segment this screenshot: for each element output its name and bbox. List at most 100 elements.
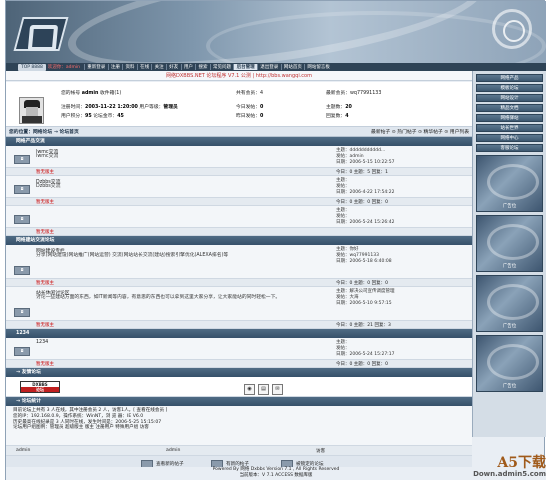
nav-search[interactable]: 搜索 [195,64,210,70]
account-name[interactable]: admin [82,91,99,96]
last-post[interactable]: 主题： 发帖： 日期：2006-5-24 15:26:42 [336,208,394,225]
nav-profile[interactable]: 资料 [122,64,137,70]
reg-time: 2003-11-22 1:20:00 [85,105,138,110]
sidebar-item[interactable]: 网络中心 [476,134,543,142]
topics-count: 20 [345,105,352,110]
link-icon[interactable]: ✉ [272,384,283,395]
header-banner [6,1,546,63]
forum-folder-icon: ◘ [14,185,30,194]
forum-counts: 今日：0 主题：0 回复：0 [336,200,388,205]
forum-row: ◘ Dzbbs交流 Dzbbs交流 主题： 发帖： 日期：2006-4-22 17:… [6,176,472,198]
nav-register[interactable]: 注册 [107,64,123,70]
announcement-link[interactable]: 网络DXBBS.NET 论坛程序 V7.1 公测 | http://bbs.wa… [6,71,472,81]
moderator: 暂无版主 [36,170,54,175]
online-users: admin admin 访客 [6,446,472,456]
breadcrumb-path[interactable]: 网络论坛 → 论坛首页 [33,130,79,135]
sidebar-item[interactable]: 网站设计 [476,94,543,102]
online-user[interactable]: admin [166,448,180,453]
account-label: 您的帐号 [61,91,81,96]
yesterday-label: 昨日发帖： [236,114,260,119]
link-icon[interactable]: ◉ [244,384,255,395]
last-post[interactable]: 主题：你好 发帖：wq77991133 日期：2006-5-18 6:40:08 [336,247,392,264]
forum-folder-icon: ◘ [14,155,30,164]
forum-folder-icon: ◘ [14,308,30,317]
top-badge: TOP 8888 [18,63,46,71]
sidebar-item[interactable]: 精品文档 [476,104,543,112]
forum-substat: 暂无版主 今日：0 主题：0 回复：0 [6,279,472,287]
nav-relogin[interactable]: 重新登录 [84,64,108,70]
user-points: 95 [85,114,92,119]
sidebar-item[interactable]: 网络产品 [476,74,543,82]
forum-counts: 今日：0 主题：21 回复：3 [336,323,391,328]
forum-desc: lwmc交流 [36,154,59,159]
links-header: → 友情论坛 [6,368,472,377]
forum-name[interactable]: 1234 [36,340,48,345]
nav-guestbook[interactable]: 网站留言板 [304,64,332,70]
forum-substat: 暂无版主 今日：0 主题：21 回复：3 [6,321,472,329]
members-count: 4 [260,91,264,96]
sidebar-item[interactable]: 站长世界 [476,124,543,132]
newest-member[interactable]: wq77991133 [350,91,381,96]
avatar [19,97,44,124]
user-panel: 您的帐号 admin 收件箱(1) 注册时间：2003-11-22 1:20:0… [6,82,472,127]
section-header[interactable]: 1234 [6,329,472,338]
today-posts: 0 [260,105,264,110]
section-header[interactable]: 网络建站交流论坛 [6,236,472,245]
forum-folder-icon: ◘ [14,215,30,224]
forum-counts: 今日：0 主题：5 回复：1 [336,170,388,175]
section-header[interactable]: 网络产品交流 [6,137,472,146]
main-content: 您的帐号 admin 收件箱(1) 注册时间：2003-11-22 1:20:0… [6,82,472,472]
ad-banner[interactable]: 广告位 [476,275,543,332]
forum-stats: 目前论坛上共有 3 人在线，其中注册会员 2 人，访客1人。[ 查看在线会员 ]… [6,406,472,446]
forum-desc: 讨论一些建站方面的东西，如IT新闻等内容，有意思的东西也可以拿到这里大家分享，让… [36,295,281,300]
last-post[interactable]: 主题： 发帖： 日期：2006-4-22 17:54:22 [336,178,394,195]
posts-count: 4 [345,114,349,119]
quick-links[interactable]: 最新帖子 ⊙ 热门帖子 ⊙ 精华帖子 ⊙ 用户列表 [371,128,469,135]
moderator: 暂无版主 [36,200,54,205]
nav-users[interactable]: 用户 [180,64,196,70]
nav-admin[interactable]: 后台管理 [233,64,257,70]
user-coins: 45 [117,114,124,119]
forum-substat: 暂无版主 今日：0 主题：0 回复：0 [6,198,472,206]
forum-substat: 暂无版主 今日：0 主题：5 回复：1 [6,168,472,176]
nav-online[interactable]: 在线 [136,64,152,70]
welcome-text: 欢迎你：admin [47,65,80,70]
forum-counts: 今日：0 主题：0 回复：0 [336,281,388,286]
breadcrumb-label: 您的位置： [9,130,33,135]
ad-banner[interactable]: 广告位 [476,155,543,212]
dxbbs-logo[interactable]: DXBBS 论坛 [20,381,60,393]
ad-banner[interactable]: 广告位 [476,215,543,272]
forum-row: ◘ 网站建设专栏 分享(网站建设)网站推广(网站运营) 交流(网站站长交流(建站… [6,245,472,279]
nav-faq[interactable]: 常见问题 [209,64,234,70]
sidebar-item[interactable]: 客服论坛 [476,144,543,152]
last-post[interactable]: 主题： 发帖： 日期：2006-5-24 15:27:17 [336,340,394,357]
nav-friends[interactable]: 好友 [165,64,181,70]
decorative-orb-icon [492,9,532,49]
sidebar-item[interactable]: 网络驿站 [476,114,543,122]
nav-home[interactable]: 网站首页 [280,64,305,70]
level-label: 用户等级： [139,105,164,110]
link-icon[interactable]: ▤ [258,384,269,395]
forum-row: ◘ 主题： 发帖： 日期：2006-5-24 15:26:42 [6,206,472,228]
last-post[interactable]: 主题：解决公司宣传调度管理 发帖：大海 日期：2006-5-10 9:57:15 [336,289,395,306]
forum-row: ◘ 站长休闲讨论区 讨论一些建站方面的东西，如IT新闻等内容，有意思的东西也可以… [6,287,472,321]
sidebar-item[interactable]: 模板论坛 [476,84,543,92]
nav-logout[interactable]: 退出登录 [256,64,281,70]
sidebar: 网络产品 模板论坛 网站设计 精品文档 网络驿站 站长世界 网络中心 客服论坛 … [472,71,546,437]
online-user[interactable]: admin [16,448,30,453]
watermark: A5下载 Down.admin5.com [473,455,546,478]
last-post[interactable]: 主题：ddddddddddd... 发帖：admin 日期：2006-5-15 10… [336,148,394,165]
nav-follow[interactable]: 关注 [151,64,166,70]
inbox-link[interactable]: 收件箱(1) [100,91,121,96]
forum-substat: 暂无版主 [6,228,472,236]
forum-folder-icon: ◘ [14,347,30,356]
ad-banner[interactable]: 广告位 [476,335,543,392]
forum-page: TOP 8888 欢迎你：admin 重新登录 注册 资料 在线 关注 好友 用… [5,0,546,480]
site-logo-icon[interactable] [13,17,69,51]
forum-row: ◘ lwmc交流 lwmc交流 主题：ddddddddddd... 发帖：admi… [6,146,472,168]
moderator: 暂无版主 [36,230,54,235]
group-legend-line: 论坛用户组图例：管理员 超级版主 版主 注册用户 特殊用户组 访客 [13,425,149,431]
version-line: 当前版本：V 7.1 ACCESS 数据库版 [239,473,313,478]
topics-label: 主题数： [326,105,346,110]
forum-desc: Dzbbs交流 [36,184,61,189]
